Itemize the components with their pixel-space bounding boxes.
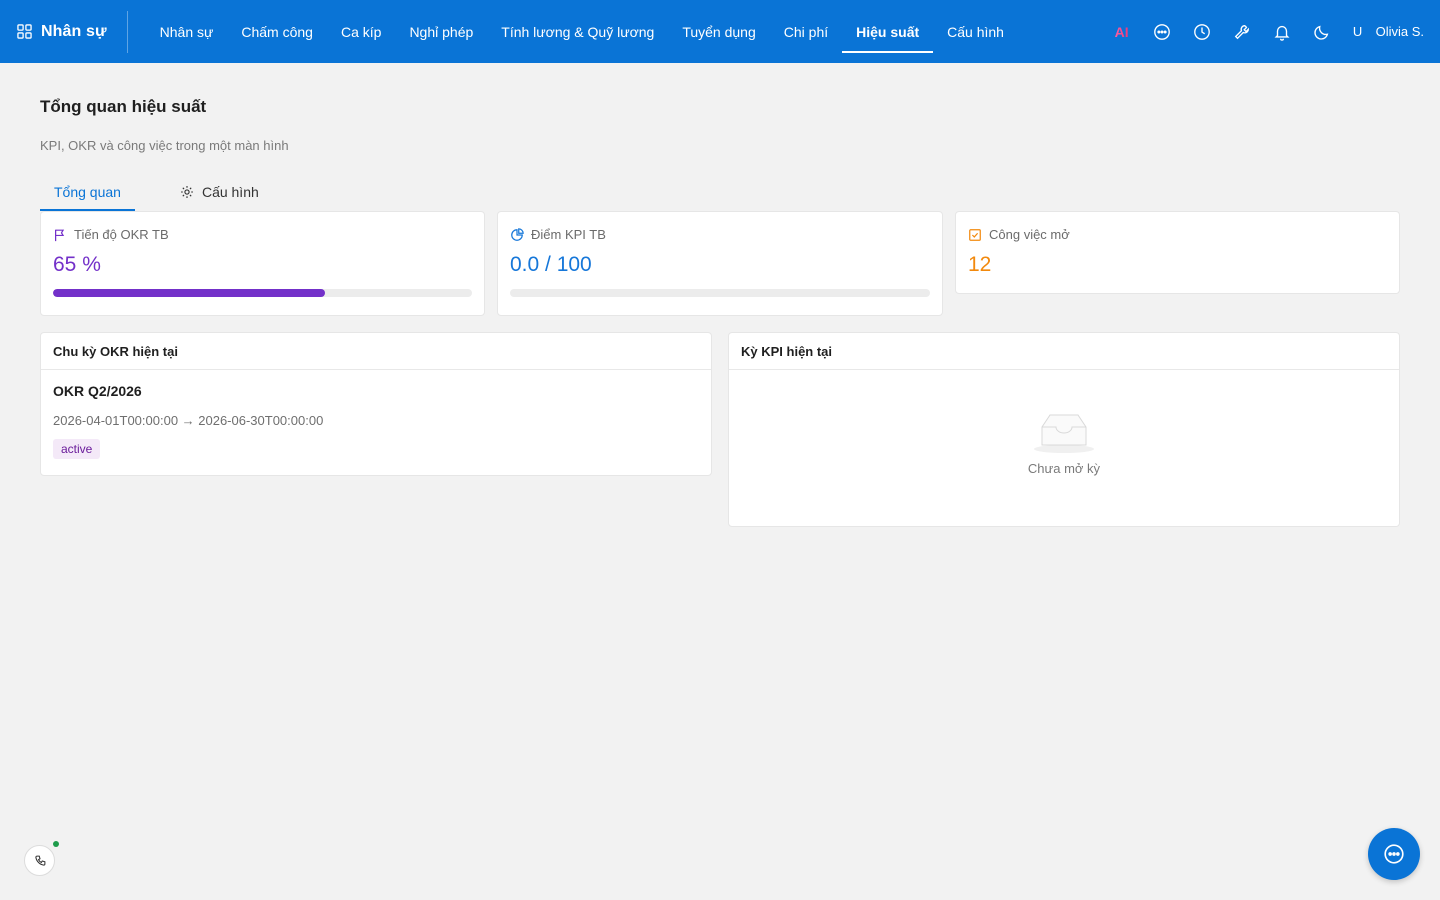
phone-button[interactable]: [24, 845, 55, 876]
bell-icon: [1274, 25, 1290, 41]
chat-bubble-icon: [1153, 23, 1170, 40]
empty-state: Chưa mở kỳ: [729, 411, 1399, 476]
okr-progress-header: Tiến độ OKR TB: [53, 227, 169, 242]
okr-progress-label: Tiến độ OKR TB: [74, 227, 169, 242]
main-nav: Nhân sự Chấm công Ca kíp Nghỉ phép Tính …: [146, 0, 1018, 63]
okr-progress-fill: [53, 289, 326, 297]
tab-overview[interactable]: Tổng quan: [40, 172, 135, 211]
pie-chart-icon: [511, 227, 524, 241]
kpi-period-card: Kỳ KPI hiện tại Chưa mở kỳ: [728, 332, 1400, 527]
nav-item-ca-kip[interactable]: Ca kíp: [327, 0, 395, 63]
nav-item-cau-hinh[interactable]: Cấu hình: [933, 0, 1018, 63]
tab-overview-label: Tổng quan: [54, 183, 121, 200]
nav-item-tinh-luong[interactable]: Tính lương & Quỹ lương: [487, 0, 668, 63]
moon-icon: [1313, 25, 1328, 40]
ai-button[interactable]: AI: [1102, 12, 1142, 52]
empty-state-text: Chưa mở kỳ: [1027, 461, 1101, 476]
avatar[interactable]: U: [1346, 24, 1370, 39]
open-tasks-header: Công việc mở: [968, 227, 1070, 242]
tab-settings-label: Cấu hình: [201, 183, 259, 200]
messages-button[interactable]: [1142, 12, 1182, 52]
open-tasks-label: Công việc mở: [989, 227, 1070, 242]
tabs: Tổng quan Cấu hình: [40, 172, 273, 211]
chat-bubble-icon: [1384, 844, 1404, 864]
status-badge: active: [53, 439, 101, 459]
nav-item-chi-phi[interactable]: Chi phí: [770, 0, 842, 63]
ai-label: AI: [1114, 23, 1129, 40]
wrench-icon: [1234, 24, 1249, 39]
nav-item-nhan-su[interactable]: Nhân sự: [146, 0, 228, 63]
phone-icon: [34, 855, 45, 866]
okr-progress-bar: [53, 289, 472, 297]
online-status-dot: [53, 841, 59, 847]
open-tasks-card: Công việc mở 12: [955, 211, 1400, 294]
page-title: Tổng quan hiệu suất: [40, 97, 207, 116]
tab-settings[interactable]: Cấu hình: [166, 172, 273, 211]
okr-progress-value: 65 %: [53, 253, 101, 276]
app-brand-name: Nhân sự: [41, 22, 107, 40]
app-brand[interactable]: Nhân sự: [0, 10, 128, 53]
kpi-period-title: Kỳ KPI hiện tại: [729, 333, 1399, 370]
chat-fab-button[interactable]: [1368, 828, 1420, 880]
notifications-button[interactable]: [1262, 12, 1302, 52]
open-tasks-value: 12: [968, 253, 992, 276]
kpi-score-card: Điểm KPI TB 0.0 / 100: [497, 211, 943, 316]
okr-cycle-range: 2026-04-01T00:00:00 → 2026-06-30T00:00:0…: [53, 413, 324, 428]
okr-progress-card: Tiến độ OKR TB 65 %: [40, 211, 485, 316]
history-button[interactable]: [1182, 12, 1222, 52]
okr-cycle-card: Chu kỳ OKR hiện tại OKR Q2/2026 2026-04-…: [40, 332, 712, 476]
theme-toggle-button[interactable]: [1302, 12, 1342, 52]
nav-item-cham-cong[interactable]: Chấm công: [227, 0, 327, 63]
user-name[interactable]: Olivia S.: [1376, 24, 1424, 39]
page-subtitle: KPI, OKR và công việc trong một màn hình: [40, 138, 289, 153]
checkbox-icon: [969, 228, 981, 241]
nav-item-tuyen-dung[interactable]: Tuyển dụng: [668, 0, 769, 63]
kpi-score-bar: [510, 289, 930, 297]
grid-icon: [17, 24, 32, 39]
top-navigation-bar: Nhân sự Nhân sự Chấm công Ca kíp Nghỉ ph…: [0, 0, 1440, 63]
kpi-score-value: 0.0 / 100: [510, 253, 592, 276]
kpi-score-header: Điểm KPI TB: [510, 227, 606, 242]
nav-item-nghi-phep[interactable]: Nghỉ phép: [395, 0, 487, 63]
okr-cycle-name[interactable]: OKR Q2/2026: [53, 383, 142, 399]
topbar-actions: AI U Olivia S.: [1102, 0, 1424, 63]
nav-item-hieu-suat[interactable]: Hiệu suất: [842, 0, 934, 63]
okr-cycle-title: Chu kỳ OKR hiện tại: [41, 333, 711, 370]
gear-icon: [181, 185, 193, 198]
empty-inbox-icon: [1034, 414, 1094, 453]
tools-button[interactable]: [1222, 12, 1262, 52]
flag-icon: [55, 229, 65, 241]
clock-icon: [1193, 23, 1210, 40]
kpi-score-label: Điểm KPI TB: [531, 227, 606, 242]
